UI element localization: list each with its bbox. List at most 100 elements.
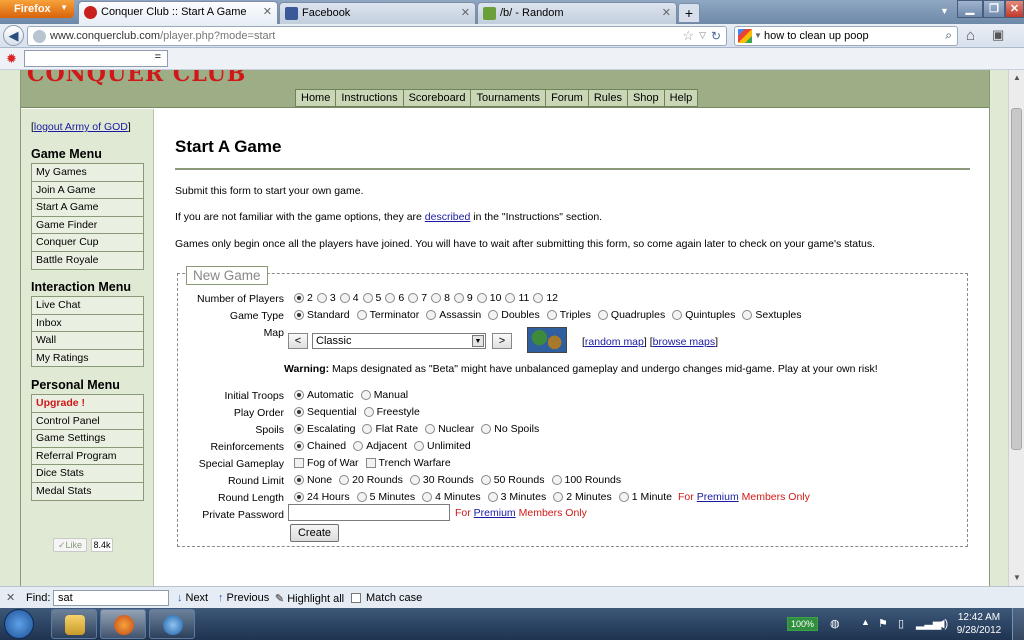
radio-button[interactable] xyxy=(533,293,544,303)
random-map-link[interactable]: random map xyxy=(585,336,644,348)
radio-3-minutes[interactable]: 3 Minutes xyxy=(486,491,546,503)
url-bar[interactable]: www.conquerclub.com/player.php?mode=star… xyxy=(27,26,727,46)
radio-button[interactable] xyxy=(360,390,371,400)
find-next-button[interactable]: ↓ Next xyxy=(177,592,208,604)
logout-link[interactable]: logout Army of GOD xyxy=(34,121,128,133)
radio-button[interactable] xyxy=(742,310,753,320)
sidebar-item-my-games[interactable]: My Games xyxy=(32,164,143,182)
nav-tournaments[interactable]: Tournaments xyxy=(471,90,547,106)
bookmark-star-icon[interactable]: ☆ xyxy=(682,28,694,44)
app-tray-icon[interactable]: ◍ xyxy=(830,617,840,630)
minimize-button[interactable]: ▁ xyxy=(957,0,983,18)
radio-button[interactable] xyxy=(426,310,437,320)
tab-conquer-club[interactable]: Conquer Club :: Start A Game ✕ xyxy=(78,1,278,24)
search-bar[interactable]: ▼ how to clean up poop ⌕ xyxy=(734,26,958,46)
radio-button[interactable] xyxy=(431,293,442,303)
radio-button[interactable] xyxy=(363,407,374,417)
restore-button[interactable]: ❐ xyxy=(983,0,1005,18)
radio-players-6[interactable]: 6 xyxy=(383,292,404,304)
radio-players-11[interactable]: 11 xyxy=(503,292,529,304)
addon-input[interactable]: = xyxy=(24,50,168,67)
radio-50-rounds[interactable]: 50 Rounds xyxy=(479,474,545,486)
match-case-checkbox[interactable] xyxy=(351,593,361,603)
radio-button[interactable] xyxy=(294,424,304,434)
radio-freestyle[interactable]: Freestyle xyxy=(362,406,420,418)
radio-none[interactable]: None xyxy=(292,474,332,486)
scroll-up-icon[interactable]: ▲ xyxy=(1009,70,1024,86)
sidebar-item-game-settings[interactable]: Game Settings xyxy=(32,430,143,448)
radio-button[interactable] xyxy=(385,293,396,303)
vertical-scrollbar[interactable]: ▲ ▼ xyxy=(1008,70,1024,586)
radio-button[interactable] xyxy=(339,293,350,303)
radio-button[interactable] xyxy=(618,492,629,502)
firefox-menu-button[interactable]: Firefox ▼ xyxy=(0,0,74,18)
nav-home[interactable]: Home xyxy=(296,90,337,106)
radio-escalating[interactable]: Escalating xyxy=(292,423,355,435)
nav-instructions[interactable]: Instructions xyxy=(336,90,404,106)
radio-button[interactable] xyxy=(294,475,304,485)
back-arrow-icon[interactable]: ◀ xyxy=(3,25,24,46)
radio-button[interactable] xyxy=(316,293,327,303)
scrollbar-thumb[interactable] xyxy=(1011,108,1022,450)
radio-1-minute[interactable]: 1 Minute xyxy=(617,491,672,503)
checkbox[interactable] xyxy=(365,458,376,468)
radio-players-8[interactable]: 8 xyxy=(429,292,450,304)
radio-button[interactable] xyxy=(476,293,487,303)
radio-button[interactable] xyxy=(453,293,464,303)
radio-button[interactable] xyxy=(414,441,424,451)
described-link[interactable]: described xyxy=(425,211,471,223)
radio-chained[interactable]: Chained xyxy=(292,440,346,452)
radio-quintuples[interactable]: Quintuples xyxy=(670,309,735,321)
radio-manual[interactable]: Manual xyxy=(359,389,408,401)
radio-button[interactable] xyxy=(551,475,562,485)
google-icon[interactable] xyxy=(738,29,752,43)
premium-link[interactable]: Premium xyxy=(697,491,739,503)
radio-players-4[interactable]: 4 xyxy=(338,292,359,304)
nav-rules[interactable]: Rules xyxy=(588,90,628,106)
sidebar-item-live-chat[interactable]: Live Chat xyxy=(32,297,143,315)
tab-facebook[interactable]: Facebook ✕ xyxy=(279,2,476,24)
radio-button[interactable] xyxy=(672,310,683,320)
radio-button[interactable] xyxy=(294,492,304,502)
radio-button[interactable] xyxy=(505,293,516,303)
find-previous-button[interactable]: ↑ Previous xyxy=(218,592,269,604)
radio-20-rounds[interactable]: 20 Rounds xyxy=(337,474,403,486)
sidebar-item-game-finder[interactable]: Game Finder xyxy=(32,216,143,235)
radio-button[interactable] xyxy=(339,475,350,485)
radio-players-5[interactable]: 5 xyxy=(361,292,381,304)
sidebar-item-medal-stats[interactable]: Medal Stats xyxy=(32,482,143,501)
close-window-button[interactable]: ✕ xyxy=(1005,0,1024,18)
sidebar-item-join-a-game[interactable]: Join A Game xyxy=(32,181,143,200)
browse-maps-link[interactable]: browse maps xyxy=(653,336,715,348)
prev-map-button[interactable]: < xyxy=(288,333,308,349)
close-icon[interactable]: ✕ xyxy=(263,5,272,18)
match-case-label[interactable]: Match case xyxy=(366,592,422,604)
map-select[interactable]: Classic ▼ xyxy=(312,333,486,349)
find-input[interactable]: sat xyxy=(53,590,169,606)
close-icon[interactable]: ✕ xyxy=(662,6,671,19)
radio-button[interactable] xyxy=(422,492,433,502)
new-tab-button[interactable]: + xyxy=(678,3,700,23)
radio-terminator[interactable]: Terminator xyxy=(355,309,419,321)
radio-button[interactable] xyxy=(294,407,304,417)
checkbox-trench-warfare[interactable]: Trench Warfare xyxy=(364,457,451,469)
show-hidden-icons[interactable]: ▲ xyxy=(861,617,870,627)
radio-triples[interactable]: Triples xyxy=(545,309,591,321)
highlight-all-button[interactable]: ✎ Highlight all xyxy=(275,592,344,605)
sidebar-item-my-ratings[interactable]: My Ratings xyxy=(32,349,143,368)
sidebar-item-start-a-game[interactable]: Start A Game xyxy=(32,199,143,217)
radio-button[interactable] xyxy=(409,475,420,485)
radio-unlimited[interactable]: Unlimited xyxy=(412,440,471,452)
radio-players-7[interactable]: 7 xyxy=(406,292,427,304)
reload-icon[interactable]: ↻ xyxy=(711,29,721,43)
scroll-down-icon[interactable]: ▼ xyxy=(1009,570,1024,586)
radio-button[interactable] xyxy=(487,492,498,502)
sidebar-item-wall[interactable]: Wall xyxy=(32,332,143,350)
radio-flat-rate[interactable]: Flat Rate xyxy=(360,423,418,435)
radio-4-minutes[interactable]: 4 Minutes xyxy=(420,491,481,503)
radio-button[interactable] xyxy=(353,441,364,451)
sidebar-item-dice-stats[interactable]: Dice Stats xyxy=(32,465,143,483)
radio-players-2[interactable]: 2 xyxy=(292,292,313,304)
radio-standard[interactable]: Standard xyxy=(292,309,350,321)
checkbox[interactable] xyxy=(294,458,304,468)
